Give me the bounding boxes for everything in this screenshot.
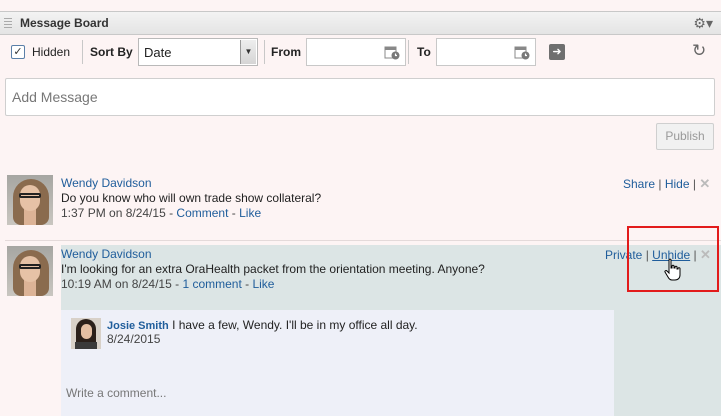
message-time: 10:19 AM on 8/24/15 [61,277,172,291]
hidden-checkbox[interactable]: ✓ [11,45,25,59]
hand-cursor-icon [664,258,681,281]
go-arrow-icon[interactable]: ➜ [549,44,565,60]
page-title: Message Board [20,16,109,30]
sort-by-select[interactable]: Date ▼ [138,38,258,66]
message-meta: 10:19 AM on 8/24/15 - 1 comment - Like [61,277,275,291]
comment-row: Josie Smith I have a few, Wendy. I'll be… [107,318,418,332]
sort-by-value: Date [144,45,172,60]
avatar[interactable] [7,175,53,225]
comment-author[interactable]: Josie Smith [107,320,169,332]
comment-text: I have a few, Wendy. I'll be in my offic… [172,318,418,332]
comment-date: 8/24/2015 [107,332,161,346]
share-link[interactable]: Share [623,177,655,191]
divider [408,40,409,64]
add-message-placeholder: Add Message [12,89,98,105]
chevron-down-icon[interactable]: ▼ [240,40,256,64]
gear-icon[interactable]: ⚙▾ [693,15,713,32]
like-link[interactable]: Like [239,206,261,220]
hide-link[interactable]: Hide [665,177,690,191]
message-author[interactable]: Wendy Davidson [61,247,152,261]
avatar[interactable] [71,318,101,349]
drag-grip-icon[interactable] [4,18,12,28]
message-time: 1:37 PM on 8/24/15 [61,206,166,220]
message-text: I'm looking for an extra OraHealth packe… [61,262,485,276]
close-icon[interactable]: ✕ [699,176,710,191]
divider [5,240,721,241]
message-meta: 1:37 PM on 8/24/15 - Comment - Like [61,206,262,220]
hidden-label: Hidden [32,45,71,59]
from-label: From [271,45,301,59]
like-link[interactable]: Like [252,277,274,291]
message-text: Do you know who will own trade show coll… [61,191,322,205]
comment-link[interactable]: Comment [176,206,228,220]
divider [264,40,265,64]
message-actions: Share | Hide | ✕ [623,176,711,191]
to-label: To [417,45,431,59]
calendar-icon[interactable] [514,44,530,60]
comments-count-link[interactable]: 1 comment [182,277,241,291]
calendar-icon[interactable] [384,44,400,60]
message-board-header: Message Board ⚙▾ [0,11,721,35]
refresh-icon[interactable]: ↻ [692,41,706,61]
add-message-input[interactable]: Add Message [5,78,715,116]
message-author[interactable]: Wendy Davidson [61,176,152,190]
avatar[interactable] [7,246,53,296]
divider [82,40,83,64]
publish-button[interactable]: Publish [656,123,714,150]
sort-by-label: Sort By [90,45,133,59]
comment-input[interactable]: Write a comment... [66,386,166,400]
